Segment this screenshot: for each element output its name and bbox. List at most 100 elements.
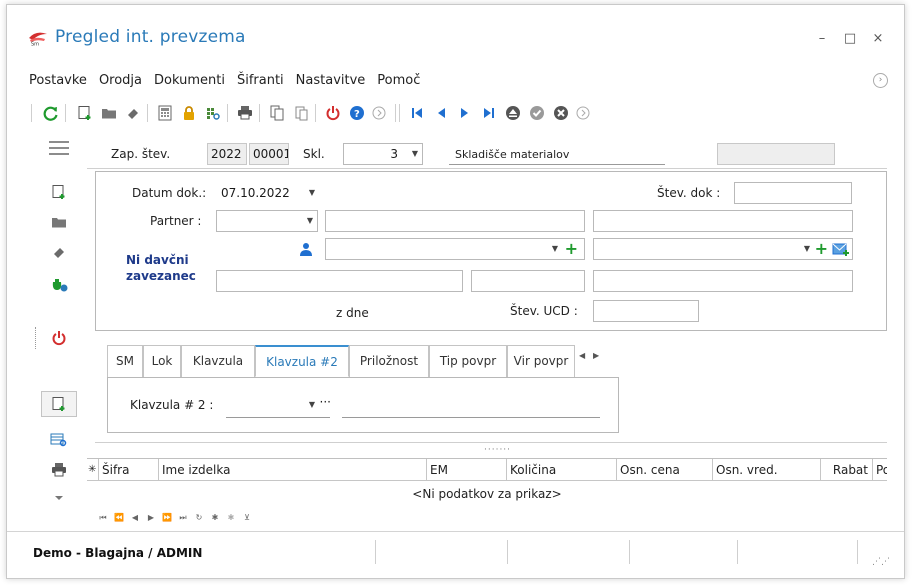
window-title: Pregled int. prevzema [55, 27, 246, 47]
grid-header-osn-cena[interactable]: Osn. cena [617, 459, 713, 481]
toolbar-separator [65, 104, 66, 122]
tab-sm[interactable]: SM [107, 345, 143, 377]
grid-header-em[interactable]: EM [427, 459, 507, 481]
zap-year-field[interactable]: 2022 [207, 143, 247, 165]
nav-next-page-icon[interactable]: ⏩ [159, 513, 175, 523]
grid-header-ime-izdelka[interactable]: Ime izdelka [159, 459, 427, 481]
hamburger-menu-icon[interactable] [41, 135, 77, 161]
print-icon[interactable] [41, 457, 77, 483]
date-picker[interactable]: 07.10.2022 ▼ [216, 182, 320, 204]
grid-header-sifra[interactable]: Šifra [99, 459, 159, 481]
refresh-icon[interactable] [41, 102, 61, 124]
confirm-icon[interactable] [527, 102, 547, 124]
header-extra-field[interactable] [717, 143, 835, 165]
help-icon[interactable]: ? [347, 102, 367, 124]
add-row-button[interactable] [41, 391, 77, 417]
email-add-icon[interactable] [832, 241, 850, 259]
close-button[interactable]: × [869, 31, 887, 46]
toolbar: ? [27, 102, 707, 126]
menu-postavke[interactable]: Postavke [29, 73, 87, 93]
lock-icon[interactable] [179, 102, 199, 124]
next-record-icon[interactable] [455, 102, 475, 124]
partner-select[interactable]: ▼ [216, 210, 318, 232]
tab-lok[interactable]: Lok [143, 345, 181, 377]
new-document-icon[interactable] [75, 102, 95, 124]
tab-scroll-left-icon[interactable]: ◀ [579, 351, 585, 360]
new-document-icon[interactable] [41, 179, 77, 205]
grid-header-po[interactable]: Po [873, 459, 887, 481]
grid-search-icon[interactable] [41, 427, 77, 453]
nav-asterisk-faded-icon[interactable]: ✱ [223, 513, 239, 523]
klavzula-2-label: Klavzula # 2 : [130, 398, 214, 412]
calculator-icon[interactable] [155, 102, 175, 124]
grid-header-rabat[interactable]: Rabat [821, 459, 873, 481]
grid-search-icon[interactable] [203, 102, 223, 124]
grid-row-indicator-icon[interactable]: ✳ [87, 459, 99, 481]
tab-tip-povpr[interactable]: Tip povpr [429, 345, 507, 377]
copy-document-icon[interactable] [267, 102, 287, 124]
menu-dokumenti[interactable]: Dokumenti [154, 73, 225, 93]
zap-number-field[interactable]: 00001 [249, 143, 289, 165]
resize-grip-icon[interactable]: ⋰⋰ [872, 557, 890, 567]
menu-sifranti[interactable]: Šifranti [237, 73, 284, 93]
minimize-button[interactable]: – [813, 31, 831, 46]
previous-record-icon[interactable] [431, 102, 451, 124]
chevron-circle-icon[interactable] [573, 102, 593, 124]
tab-klavzula[interactable]: Klavzula [181, 345, 255, 377]
nav-asterisk-icon[interactable]: ✱ [207, 513, 223, 523]
ucd-number-field[interactable] [593, 300, 699, 322]
contact-select[interactable]: ▼ + [325, 238, 585, 260]
status-bar: Demo - Blagajna / ADMIN ⋰⋰ [7, 531, 904, 575]
nav-refresh-icon[interactable]: ↻ [191, 513, 207, 523]
add-contact-icon[interactable]: + [565, 241, 578, 257]
eraser-icon[interactable] [41, 239, 77, 265]
address-field-1[interactable] [216, 270, 463, 292]
tab-vir-povpr[interactable]: Vir povpr [507, 345, 575, 377]
chevron-circle-icon[interactable]: › [873, 73, 888, 88]
tab-klavzula-2[interactable]: Klavzula #2 [255, 345, 349, 377]
nav-next-icon[interactable]: ▶ [143, 513, 159, 523]
document-form-panel: Datum dok.: 07.10.2022 ▼ Partner : ▼ Šte… [95, 171, 887, 331]
money-bag-icon[interactable] [41, 271, 77, 297]
cancel-icon[interactable] [551, 102, 571, 124]
partner-extra-field[interactable] [593, 210, 853, 232]
grid-header-kolicina[interactable]: Količina [507, 459, 617, 481]
chevron-down-icon[interactable] [41, 485, 77, 511]
power-icon[interactable] [323, 102, 343, 124]
splitter[interactable] [95, 442, 887, 443]
splitter-grip-icon[interactable]: ······· [484, 445, 511, 455]
paste-document-icon[interactable] [291, 102, 311, 124]
nav-last-icon[interactable]: ⏭ [175, 513, 191, 523]
email-select[interactable]: ▼ + [593, 238, 853, 260]
add-email-icon[interactable]: + [815, 241, 828, 257]
nav-prev-icon[interactable]: ◀ [127, 513, 143, 523]
partner-name-field[interactable] [325, 210, 585, 232]
klavzula-2-text[interactable] [340, 394, 600, 416]
folder-icon[interactable] [41, 209, 77, 235]
print-icon[interactable] [235, 102, 255, 124]
grid-header-osn-vred[interactable]: Osn. vred. [713, 459, 821, 481]
doc-number-field[interactable] [734, 182, 852, 204]
maximize-button[interactable]: □ [841, 31, 859, 46]
chevron-circle-icon[interactable] [369, 102, 389, 124]
klavzula-2-select[interactable]: ▼ ··· [226, 394, 334, 416]
address-field-3[interactable] [593, 270, 853, 292]
eject-icon[interactable] [503, 102, 523, 124]
folder-icon[interactable] [99, 102, 119, 124]
menu-orodja[interactable]: Orodja [99, 73, 142, 93]
menu-nastavitve[interactable]: Nastavitve [296, 73, 366, 93]
eraser-icon[interactable] [123, 102, 143, 124]
nav-filter-icon[interactable]: ⊻ [239, 513, 255, 523]
address-field-2[interactable] [471, 270, 585, 292]
more-options-icon[interactable]: ··· [320, 395, 331, 412]
first-record-icon[interactable] [407, 102, 427, 124]
person-icon[interactable] [299, 242, 313, 259]
nav-prev-page-icon[interactable]: ⏪ [111, 513, 127, 523]
tab-priloznost[interactable]: Priložnost [349, 345, 429, 377]
menu-pomoc[interactable]: Pomoč [377, 73, 420, 93]
warehouse-select[interactable]: 3 ▼ [343, 143, 423, 165]
power-icon[interactable] [41, 325, 77, 351]
last-record-icon[interactable] [479, 102, 499, 124]
nav-first-icon[interactable]: ⏮ [95, 513, 111, 523]
tab-scroll-right-icon[interactable]: ▶ [593, 351, 599, 360]
